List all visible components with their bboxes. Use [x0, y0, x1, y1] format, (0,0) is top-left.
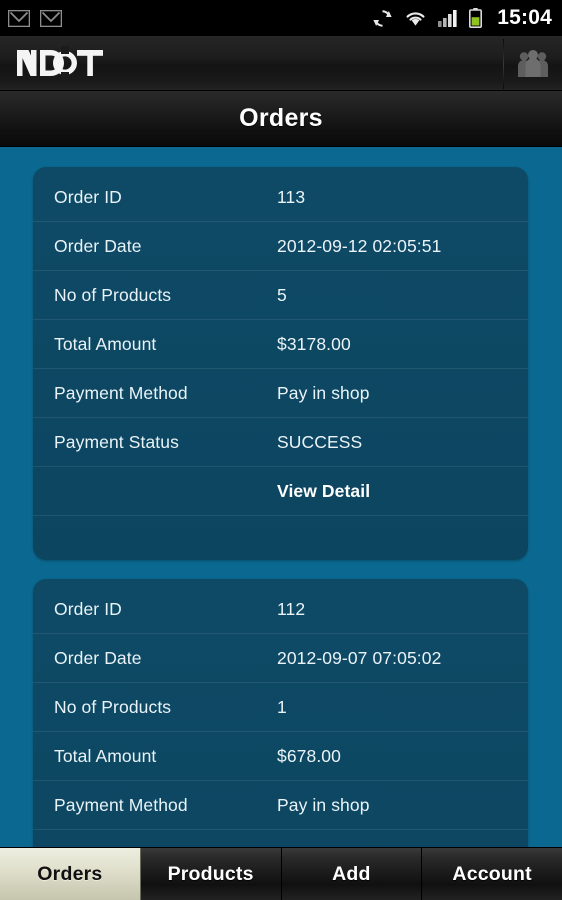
- field-label: Order Date: [54, 235, 142, 256]
- status-bar: 15:04: [0, 0, 562, 36]
- battery-icon: [469, 8, 483, 28]
- order-card[interactable]: Order ID 113 Order Date 2012-09-12 02:05…: [33, 167, 528, 560]
- order-row-order-id: Order ID 112: [33, 585, 528, 634]
- people-icon[interactable]: [504, 36, 562, 91]
- order-row-no-of-products: No of Products 5: [33, 271, 528, 320]
- gmail-icon: [8, 9, 30, 27]
- sync-icon: [372, 8, 393, 29]
- wifi-icon: [404, 9, 427, 27]
- field-value: Pay in shop: [277, 382, 370, 403]
- field-label: Payment Method: [54, 382, 188, 403]
- bottom-tab-bar: Orders Products Add Account: [0, 847, 562, 900]
- field-value: 2012-09-07 07:05:02: [277, 647, 442, 668]
- card-bottom-spacer: [33, 516, 528, 560]
- ndot-logo[interactable]: [17, 46, 109, 80]
- tab-orders[interactable]: Orders: [0, 848, 141, 900]
- field-value: $3178.00: [277, 333, 351, 354]
- field-label: Total Amount: [54, 333, 157, 354]
- order-row-payment-status: Payment Status SUCCESS: [33, 418, 528, 467]
- field-value: 112: [277, 598, 306, 619]
- app-brand-bar: [0, 36, 562, 91]
- orders-scroll-list[interactable]: Order ID 113 Order Date 2012-09-12 02:05…: [0, 148, 562, 847]
- field-label: No of Products: [54, 696, 172, 717]
- field-value: 2012-09-12 02:05:51: [277, 235, 442, 256]
- status-bar-clock: 15:04: [497, 6, 552, 29]
- order-card[interactable]: Order ID 112 Order Date 2012-09-07 07:05…: [33, 579, 528, 847]
- tab-products[interactable]: Products: [140, 848, 282, 900]
- status-badge: SUCCESS: [277, 431, 363, 452]
- tab-add[interactable]: Add: [281, 848, 423, 900]
- tab-label: Add: [332, 862, 371, 885]
- field-label: Order Date: [54, 647, 142, 668]
- page-title: Orders: [239, 104, 323, 132]
- order-row-action[interactable]: View Detail: [33, 467, 528, 516]
- field-label: Payment Status: [54, 431, 179, 452]
- order-row-total-amount: Total Amount $3178.00: [33, 320, 528, 369]
- order-row-no-of-products: No of Products 1: [33, 683, 528, 732]
- field-value: $678.00: [277, 745, 341, 766]
- status-bar-notifications: [8, 9, 62, 27]
- view-detail-link[interactable]: View Detail: [277, 481, 370, 502]
- field-value: 113: [277, 186, 306, 207]
- order-row-payment-method: Payment Method Pay in shop: [33, 369, 528, 418]
- tab-label: Orders: [37, 862, 103, 885]
- order-row-order-id: Order ID 113: [33, 173, 528, 222]
- order-row-total-amount: Total Amount $678.00: [33, 732, 528, 781]
- field-value: 5: [277, 284, 287, 305]
- field-label: No of Products: [54, 284, 172, 305]
- order-row-payment-method: Payment Method Pay in shop: [33, 781, 528, 830]
- field-label: Order ID: [54, 186, 122, 207]
- signal-icon: [438, 9, 458, 27]
- phone-screen: 15:04 Orders Order ID 113 Order Date 201…: [0, 0, 562, 900]
- field-value: 1: [277, 696, 287, 717]
- gmail-icon: [40, 9, 62, 27]
- order-row-order-date: Order Date 2012-09-12 02:05:51: [33, 222, 528, 271]
- field-label: Total Amount: [54, 745, 157, 766]
- field-value: Pay in shop: [277, 794, 370, 815]
- status-bar-system-icons: 15:04: [372, 6, 552, 30]
- page-title-bar: Orders: [0, 91, 562, 147]
- order-row-order-date: Order Date 2012-09-07 07:05:02: [33, 634, 528, 683]
- tab-label: Account: [452, 862, 532, 885]
- field-label: Order ID: [54, 598, 122, 619]
- order-row-payment-status: Payment Status SUCCESS: [33, 830, 528, 848]
- tab-label: Products: [167, 862, 254, 885]
- field-label: Payment Method: [54, 794, 188, 815]
- tab-account[interactable]: Account: [422, 848, 562, 900]
